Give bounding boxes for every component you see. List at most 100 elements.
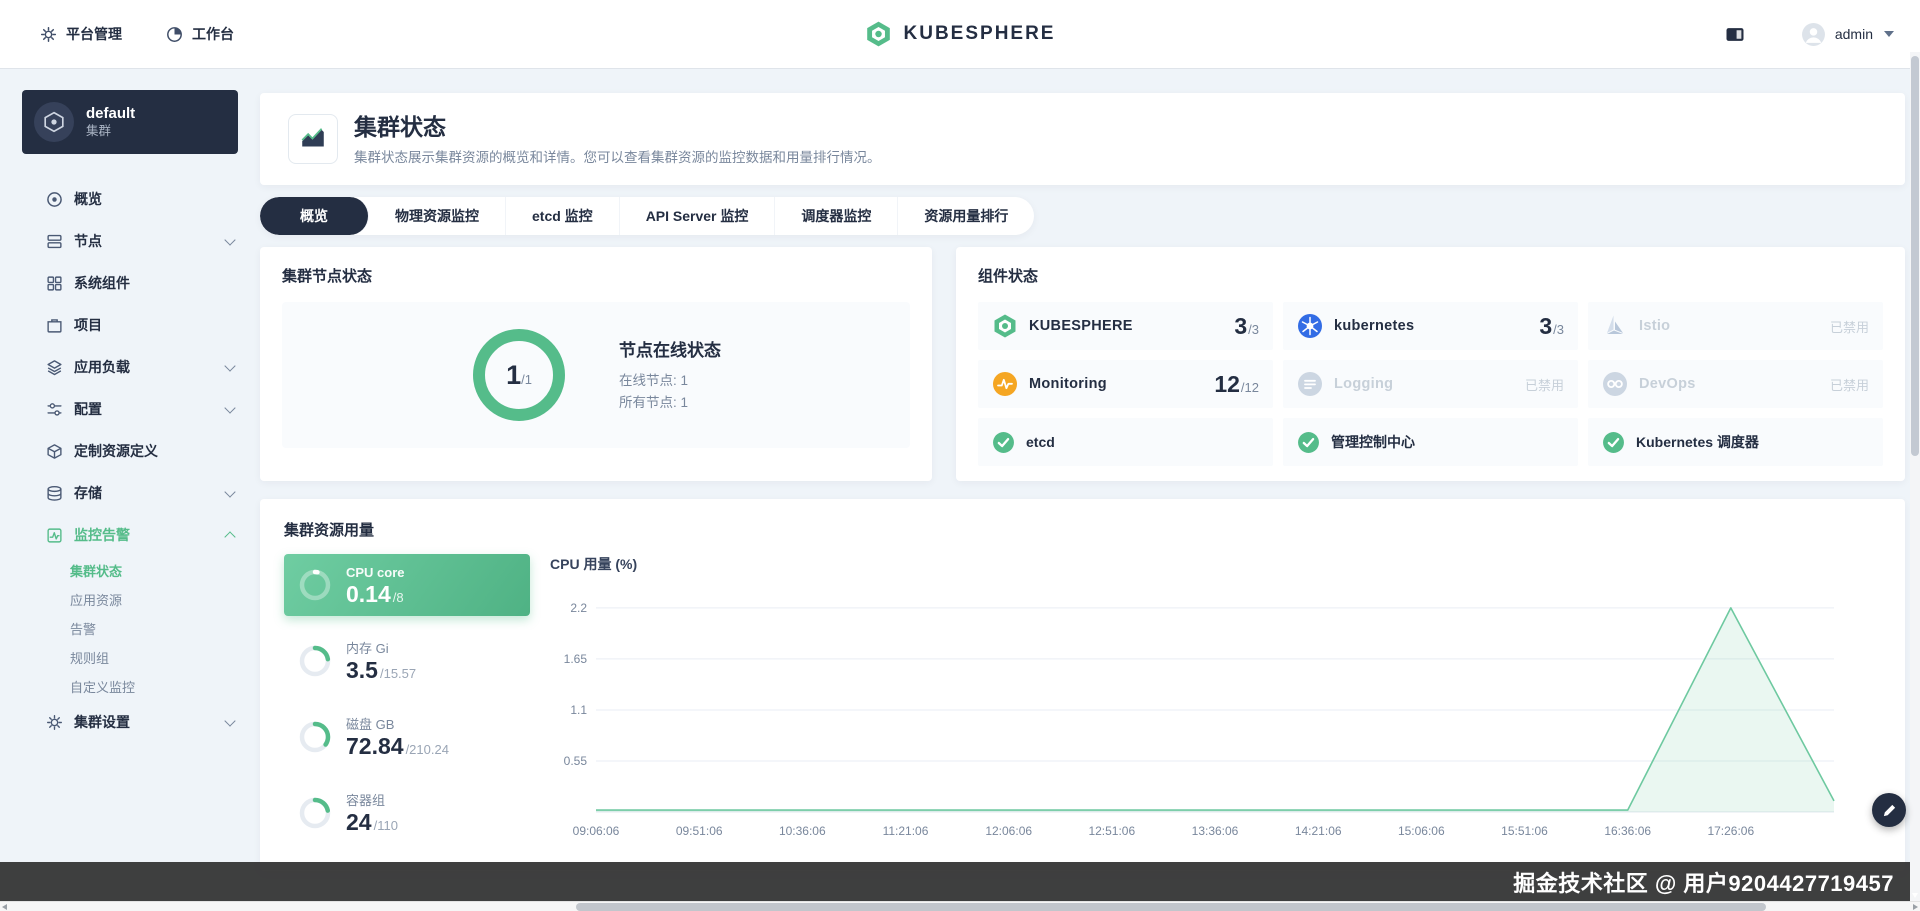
platform-management-button[interactable]: 平台管理 <box>40 24 122 44</box>
resource-usage-card: 集群资源用量 CPU core 0.14/8 内存 Gi 3.5/15.57 磁盘 GB… <box>260 499 1905 871</box>
metric-tile-3[interactable]: 容器组 24/110 <box>284 782 530 844</box>
sidebar-item-2[interactable]: 系统组件 <box>0 262 260 304</box>
sidebar-item-label: 系统组件 <box>74 275 130 291</box>
component-check-1[interactable]: 管理控制中心 <box>1283 418 1578 466</box>
nodes-icon <box>46 233 63 250</box>
panel-toggle-icon[interactable] <box>1725 26 1745 43</box>
metric-tile-0[interactable]: CPU core 0.14/8 <box>284 554 530 616</box>
horizontal-scrollbar-thumb[interactable] <box>576 903 1767 911</box>
svg-text:17:26:06: 17:26:06 <box>1707 824 1754 838</box>
sidebar-item-7[interactable]: 存储 <box>0 472 260 514</box>
tab-2[interactable]: etcd 监控 <box>506 197 620 235</box>
projects-icon <box>46 317 63 334</box>
svg-text:09:06:06: 09:06:06 <box>573 824 620 838</box>
node-donut-value: 1 <box>506 359 522 390</box>
node-status-info: 节点在线状态 在线节点: 1 所有节点: 1 <box>619 336 721 414</box>
kubesphere-icon <box>992 313 1018 339</box>
chevron-down-icon <box>224 485 236 498</box>
chevron-down-icon <box>224 401 236 414</box>
component-item-3[interactable]: Monitoring 12/12 <box>978 360 1273 408</box>
check-icon <box>992 431 1015 454</box>
metric-tile-2[interactable]: 磁盘 GB 72.84/210.24 <box>284 706 530 768</box>
tab-1[interactable]: 物理资源监控 <box>369 197 506 235</box>
kubesphere-logo-icon <box>865 20 893 48</box>
sidebar-subitem-8-1[interactable]: 应用资源 <box>0 585 260 614</box>
feedback-fab[interactable] <box>1872 793 1906 827</box>
user-name: admin <box>1834 26 1873 42</box>
tab-4[interactable]: 调度器监控 <box>775 197 899 235</box>
node-donut-total: /1 <box>521 371 532 387</box>
horizontal-scrollbar[interactable] <box>0 901 1920 911</box>
page-description: 集群状态展示集群资源的概览和详情。您可以查看集群资源的监控数据和用量排行情况。 <box>354 149 881 165</box>
metric-value: 24 <box>346 808 372 835</box>
devops-icon <box>1602 371 1628 397</box>
components-card-title: 组件状态 <box>978 268 1039 285</box>
sidebar-item-label: 配置 <box>74 401 102 417</box>
svg-text:09:51:06: 09:51:06 <box>676 824 723 838</box>
metric-tile-1[interactable]: 内存 Gi 3.5/15.57 <box>284 630 530 692</box>
component-name: Istio <box>1639 318 1671 334</box>
sidebar-item-0[interactable]: 概览 <box>0 178 260 220</box>
sidebar-item-4[interactable]: 应用负载 <box>0 346 260 388</box>
sidebar-subitem-8-4[interactable]: 自定义监控 <box>0 672 260 701</box>
component-status: 已禁用 <box>1829 319 1869 335</box>
tab-5[interactable]: 资源用量排行 <box>898 197 1034 235</box>
sidebar-item-label: 监控告警 <box>74 527 130 543</box>
node-donut-label: 1 /1 <box>471 327 567 423</box>
check-icon <box>1297 431 1320 454</box>
svg-text:14:21:06: 14:21:06 <box>1295 824 1342 838</box>
resource-usage-title: 集群资源用量 <box>284 522 375 539</box>
sidebar-subitem-8-0[interactable]: 集群状态 <box>0 556 260 585</box>
scroll-right-arrow-icon[interactable] <box>1913 904 1918 910</box>
check-icon <box>1602 431 1625 454</box>
component-item-5[interactable]: DevOps 已禁用 <box>1588 360 1883 408</box>
sidebar-item-8[interactable]: 监控告警 <box>0 514 260 556</box>
usage-metrics: CPU core 0.14/8 内存 Gi 3.5/15.57 磁盘 GB 72.84/2… <box>284 554 530 858</box>
scroll-down-arrow-icon[interactable] <box>1912 893 1918 898</box>
workbench-button[interactable]: 工作台 <box>166 24 234 44</box>
metric-value: 0.14 <box>346 580 391 607</box>
sidebar: default 集群 概览 节点系统组件项目 应用负载配置定制资源定义 存储监控告警集… <box>0 68 260 911</box>
svg-text:1.65: 1.65 <box>564 652 588 666</box>
components-icon <box>46 275 63 292</box>
component-check-label: 管理控制中心 <box>1331 434 1415 450</box>
tab-0[interactable]: 概览 <box>260 197 369 235</box>
monitoring-colored-icon <box>992 371 1018 397</box>
config-icon <box>46 401 63 418</box>
component-item-2[interactable]: Istio 已禁用 <box>1588 302 1883 350</box>
cluster-selector[interactable]: default 集群 <box>22 90 238 154</box>
platform-management-label: 平台管理 <box>66 26 122 42</box>
component-name: Logging <box>1334 376 1394 392</box>
sidebar-subitem-8-3[interactable]: 规则组 <box>0 643 260 672</box>
usage-ring-icon <box>297 643 333 679</box>
vertical-scrollbar-thumb[interactable] <box>1911 56 1919 456</box>
sidebar-item-6[interactable]: 定制资源定义 <box>0 430 260 472</box>
metric-name: 容器组 <box>346 792 386 808</box>
component-check-label: etcd <box>1026 434 1055 450</box>
node-donut-chart: 1 /1 <box>471 327 567 423</box>
sidebar-item-3[interactable]: 项目 <box>0 304 260 346</box>
component-item-1[interactable]: kubernetes 3/3 <box>1283 302 1578 350</box>
logging-icon <box>1297 371 1323 397</box>
component-item-4[interactable]: Logging 已禁用 <box>1283 360 1578 408</box>
component-check-0[interactable]: etcd <box>978 418 1273 466</box>
kubesphere-logo[interactable]: KUBESPHERE <box>865 20 1056 48</box>
svg-text:2.2: 2.2 <box>570 601 587 615</box>
user-menu[interactable]: admin <box>1801 22 1894 47</box>
sidebar-item-9[interactable]: 集群设置 <box>0 701 260 743</box>
component-item-0[interactable]: KUBESPHERE 3/3 <box>978 302 1273 350</box>
workbench-icon <box>166 26 183 43</box>
sidebar-item-1[interactable]: 节点 <box>0 220 260 262</box>
svg-text:12:06:06: 12:06:06 <box>985 824 1032 838</box>
vertical-scrollbar[interactable] <box>1910 52 1920 901</box>
svg-text:12:51:06: 12:51:06 <box>1088 824 1135 838</box>
metric-name: 磁盘 GB <box>346 716 395 732</box>
cpu-usage-line-chart: 0.55 1.1 1.65 2.2 09:06:06 09:51:06 10:36:06 11… <box>564 601 1835 838</box>
metric-info: CPU core 0.14/8 <box>346 564 405 607</box>
sidebar-item-5[interactable]: 配置 <box>0 388 260 430</box>
sidebar-subitem-8-2[interactable]: 告警 <box>0 614 260 643</box>
tab-3[interactable]: API Server 监控 <box>620 197 776 235</box>
scroll-left-arrow-icon[interactable] <box>2 904 7 910</box>
component-check-2[interactable]: Kubernetes 调度器 <box>1588 418 1883 466</box>
top-nav-left: 平台管理 工作台 <box>40 24 234 44</box>
